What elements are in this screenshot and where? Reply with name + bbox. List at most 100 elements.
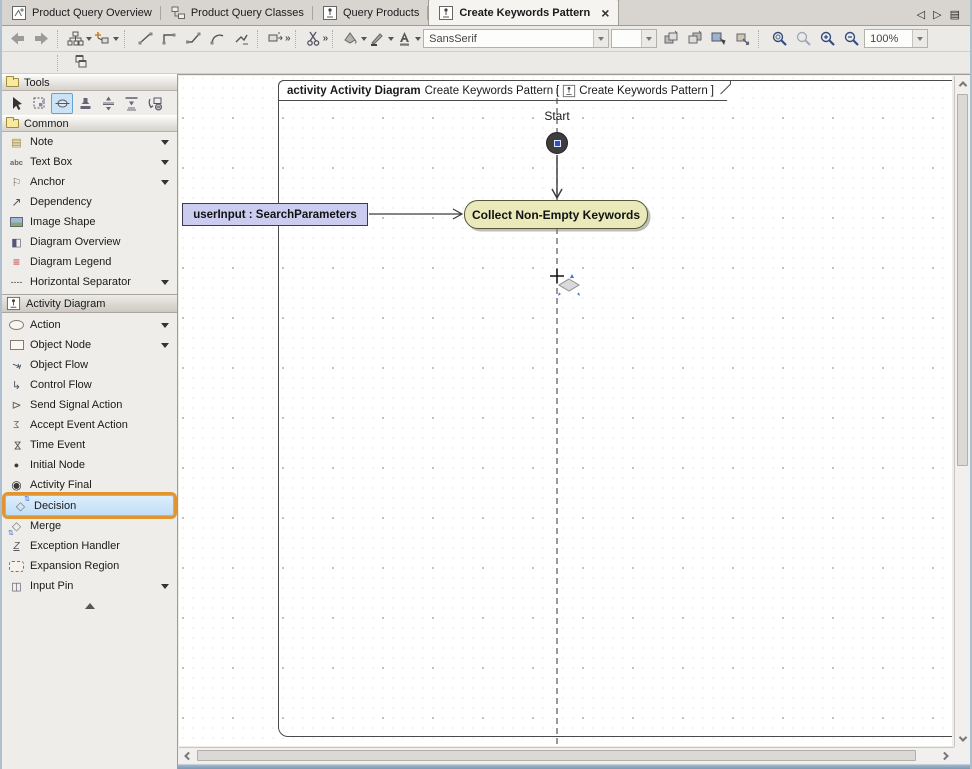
dropdown-caret[interactable] <box>361 37 367 41</box>
chevron-down-icon[interactable] <box>161 584 169 589</box>
palette-item-time-event[interactable]: Time Event <box>2 435 177 455</box>
line-straight-icon[interactable] <box>134 28 156 50</box>
link-tool-button[interactable] <box>51 93 73 114</box>
align-tool-button[interactable] <box>120 93 142 114</box>
scroll-up-button[interactable] <box>955 76 971 92</box>
close-tab-icon[interactable]: × <box>601 7 609 19</box>
line-color-icon[interactable] <box>369 28 394 50</box>
font-size-select[interactable] <box>611 29 657 48</box>
refresh-shape-icon[interactable] <box>731 28 753 50</box>
zoom-fit-icon[interactable] <box>792 28 814 50</box>
quick-layout-icon[interactable] <box>94 28 119 50</box>
activity-diagram-section-header[interactable]: Activity Diagram <box>2 294 177 313</box>
zoom-out-icon[interactable] <box>840 28 862 50</box>
tab-create-keywords-pattern[interactable]: Create Keywords Pattern× <box>428 0 619 25</box>
palette-item-object-flow[interactable]: Object Flow <box>2 355 177 375</box>
palette-item-object-node[interactable]: Object Node <box>2 335 177 355</box>
palette-item-note[interactable]: Note <box>2 132 177 152</box>
prev-tab-icon[interactable]: ◁ <box>917 8 925 21</box>
zoom-selection-icon[interactable] <box>768 28 790 50</box>
scroll-left-button[interactable] <box>179 748 195 764</box>
palette-item-text-box[interactable]: Text Box <box>2 152 177 172</box>
horizontal-scroll-thumb[interactable] <box>197 750 916 761</box>
dropdown-caret[interactable] <box>388 37 394 41</box>
action-collect-keywords[interactable]: Collect Non-Empty Keywords <box>464 200 648 229</box>
horizontal-scrollbar[interactable] <box>179 747 954 763</box>
palette-item-exception-handler[interactable]: Exception Handler <box>2 536 177 556</box>
tab-list-icon[interactable]: ▤ <box>950 8 960 21</box>
object-node-userinput[interactable]: userInput : SearchParameters <box>182 203 368 226</box>
common-section-header[interactable]: Common <box>2 115 177 132</box>
palette-item-expansion-region[interactable]: Expansion Region <box>2 556 177 576</box>
bring-to-front-icon[interactable] <box>659 28 681 50</box>
select-tool-button[interactable] <box>5 93 27 114</box>
palette-scroll-up-button[interactable] <box>2 598 177 614</box>
font-family-dropdown-icon[interactable] <box>593 30 608 47</box>
initial-node[interactable] <box>546 132 568 154</box>
vertical-scrollbar[interactable] <box>954 76 970 747</box>
line-curved-icon[interactable] <box>206 28 228 50</box>
chevron-down-icon[interactable] <box>161 180 169 185</box>
palette-item-diagram-legend[interactable]: Diagram Legend <box>2 252 177 272</box>
select-related-icon[interactable] <box>707 28 729 50</box>
initial-node-selection-handle[interactable] <box>554 140 561 147</box>
palette-item-accept-event-action[interactable]: Accept Event Action <box>2 415 177 435</box>
back-button[interactable] <box>6 28 28 50</box>
more-buttons-chevron[interactable]: » <box>285 33 290 44</box>
cut-icon[interactable]: » <box>305 28 328 50</box>
palette-item-action[interactable]: Action <box>2 315 177 335</box>
scroll-right-button[interactable] <box>938 748 954 764</box>
diagram-windows-icon[interactable] <box>69 52 91 74</box>
next-tab-icon[interactable]: ▷ <box>933 8 941 21</box>
palette-item-activity-final[interactable]: Activity Final <box>2 475 177 495</box>
tab-query-products[interactable]: Query Products <box>313 1 428 25</box>
layout-tree-icon[interactable] <box>67 28 92 50</box>
sticker-tool-button[interactable] <box>74 93 96 114</box>
palette-item-dependency[interactable]: Dependency <box>2 192 177 212</box>
fill-color-icon[interactable] <box>342 28 367 50</box>
palette-item-decision[interactable]: Decision <box>5 495 174 516</box>
toolbar-drag-handle[interactable] <box>57 55 62 71</box>
tab-product-query-overview[interactable]: Product Query Overview <box>2 1 161 25</box>
palette-item-merge[interactable]: Merge <box>2 516 177 536</box>
zoom-in-icon[interactable] <box>816 28 838 50</box>
zoom-dropdown-icon[interactable] <box>912 30 927 47</box>
line-rectilinear-icon[interactable] <box>158 28 180 50</box>
palette-item-horizontal-separator[interactable]: Horizontal Separator <box>2 272 177 292</box>
frame-header[interactable]: activity Activity Diagram Create Keyword… <box>278 80 731 101</box>
tab-product-query-classes[interactable]: Product Query Classes <box>161 1 313 25</box>
swap-tool-button[interactable] <box>143 93 165 114</box>
line-custom-icon[interactable] <box>230 28 252 50</box>
distribute-tool-button[interactable] <box>97 93 119 114</box>
send-to-back-icon[interactable] <box>683 28 705 50</box>
font-color-icon[interactable] <box>396 28 421 50</box>
more-buttons-chevron[interactable]: » <box>323 33 328 44</box>
palette-item-anchor[interactable]: Anchor <box>2 172 177 192</box>
chevron-down-icon[interactable] <box>161 140 169 145</box>
tools-section-header[interactable]: Tools <box>2 74 177 91</box>
dropdown-caret[interactable] <box>113 37 119 41</box>
line-oblique-icon[interactable] <box>182 28 204 50</box>
font-size-dropdown-icon[interactable] <box>641 30 656 47</box>
dropdown-caret[interactable] <box>86 37 92 41</box>
marquee-tool-button[interactable] <box>28 93 50 114</box>
chevron-down-icon[interactable] <box>161 323 169 328</box>
vertical-scroll-thumb[interactable] <box>957 94 968 466</box>
font-family-select[interactable]: SansSerif <box>423 29 609 48</box>
chevron-down-icon[interactable] <box>161 280 169 285</box>
forward-button[interactable] <box>30 28 52 50</box>
chevron-down-icon[interactable] <box>161 160 169 165</box>
dropdown-caret[interactable] <box>415 37 421 41</box>
activity-frame[interactable]: activity Activity Diagram Create Keyword… <box>278 80 952 737</box>
palette-item-input-pin[interactable]: Input Pin <box>2 576 177 596</box>
chevron-down-icon[interactable] <box>161 343 169 348</box>
palette-item-initial-node[interactable]: Initial Node <box>2 455 177 475</box>
resize-to-contents-icon[interactable]: » <box>267 28 290 50</box>
zoom-level-select[interactable]: 100% <box>864 29 928 48</box>
palette-item-image-shape[interactable]: Image Shape <box>2 212 177 232</box>
palette-item-control-flow[interactable]: Control Flow <box>2 375 177 395</box>
palette-item-diagram-overview[interactable]: Diagram Overview <box>2 232 177 252</box>
palette-item-send-signal-action[interactable]: Send Signal Action <box>2 395 177 415</box>
scroll-down-button[interactable] <box>955 731 971 747</box>
diagram-canvas[interactable]: activity Activity Diagram Create Keyword… <box>179 76 952 746</box>
